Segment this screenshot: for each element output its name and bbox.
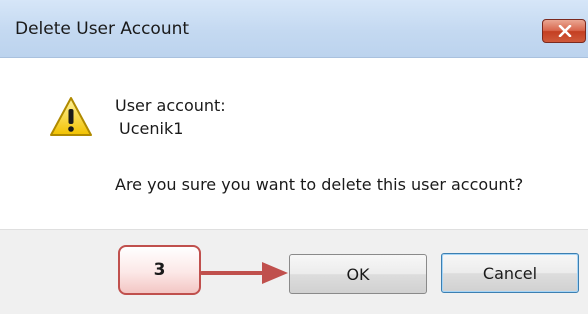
- dialog-title: Delete User Account: [15, 19, 190, 39]
- warning-icon: [50, 97, 92, 136]
- close-button[interactable]: [542, 19, 586, 43]
- step-callout: 3: [118, 245, 201, 295]
- close-icon: [558, 25, 572, 37]
- delete-user-dialog: Delete User Account User account: Ucenik…: [0, 0, 588, 314]
- annotation-arrow: [200, 262, 288, 284]
- account-name: Ucenik1: [119, 119, 184, 138]
- title-bar: Delete User Account: [0, 0, 588, 58]
- ok-button[interactable]: OK: [289, 254, 427, 294]
- message-label: User account:: [115, 96, 226, 115]
- confirmation-question: Are you sure you want to delete this use…: [115, 175, 524, 194]
- cancel-button[interactable]: Cancel: [441, 253, 579, 293]
